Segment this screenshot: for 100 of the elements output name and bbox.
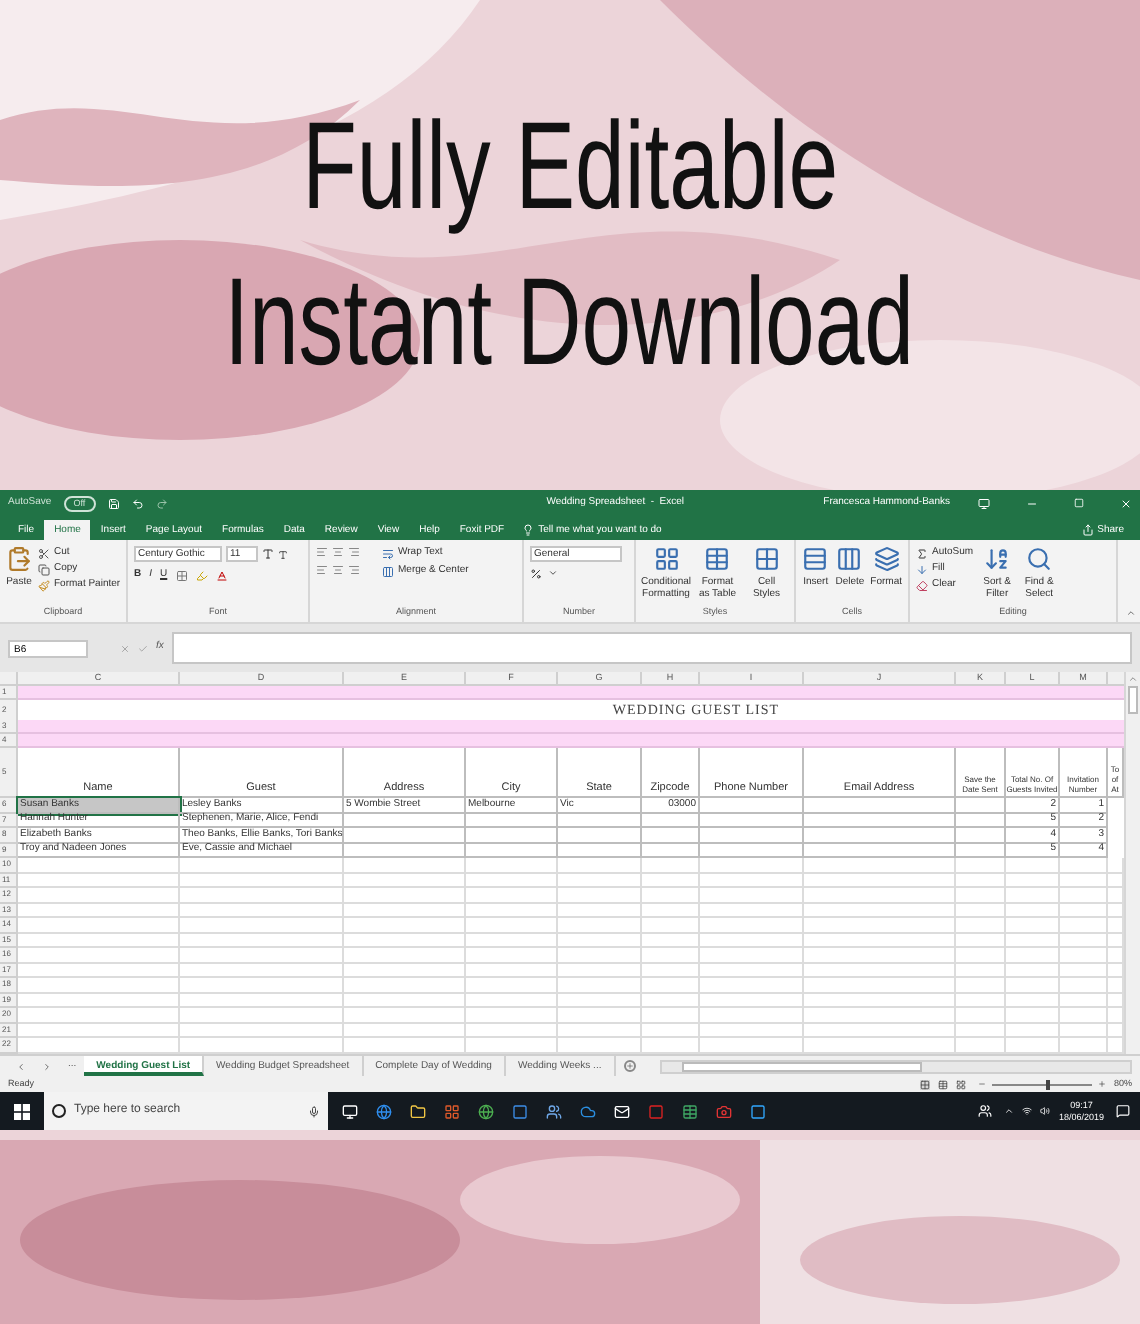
empty-cell[interactable]: [1006, 918, 1060, 933]
empty-cell[interactable]: [180, 918, 344, 933]
collapse-ribbon-icon[interactable]: [1126, 608, 1136, 618]
empty-cell[interactable]: [344, 828, 466, 843]
zoom-in-icon[interactable]: [1097, 1080, 1106, 1088]
empty-cell[interactable]: [642, 888, 700, 903]
empty-cell[interactable]: [466, 828, 558, 843]
empty-cell[interactable]: [558, 813, 642, 828]
empty-cell[interactable]: [642, 903, 700, 918]
empty-cell[interactable]: [1006, 888, 1060, 903]
empty-cell[interactable]: [180, 993, 344, 1008]
scroll-up-icon[interactable]: [1128, 674, 1138, 684]
empty-cell[interactable]: [804, 843, 956, 858]
empty-cell[interactable]: [642, 828, 700, 843]
network-icon[interactable]: [1022, 1106, 1033, 1116]
empty-cell[interactable]: [1060, 873, 1108, 888]
add-sheet-icon[interactable]: [623, 1060, 636, 1072]
empty-cell[interactable]: [642, 993, 700, 1008]
empty-cell[interactable]: [804, 933, 956, 948]
align-right-icon[interactable]: [348, 564, 360, 576]
empty-cell[interactable]: [558, 873, 642, 888]
close-icon[interactable]: [1120, 497, 1132, 509]
empty-cell[interactable]: [956, 813, 1006, 828]
empty-cell[interactable]: [804, 948, 956, 963]
empty-cell[interactable]: [466, 858, 558, 873]
empty-cell[interactable]: [956, 1023, 1006, 1038]
empty-cell[interactable]: [344, 993, 466, 1008]
empty-cell[interactable]: [804, 888, 956, 903]
empty-cell[interactable]: [466, 948, 558, 963]
empty-cell[interactable]: [804, 798, 956, 813]
empty-cell[interactable]: [466, 843, 558, 858]
empty-cell[interactable]: [1060, 918, 1108, 933]
empty-cell[interactable]: [642, 918, 700, 933]
empty-cell[interactable]: [642, 858, 700, 873]
empty-cell[interactable]: [180, 963, 344, 978]
empty-cell[interactable]: [466, 933, 558, 948]
empty-cell[interactable]: [466, 903, 558, 918]
empty-cell[interactable]: [344, 858, 466, 873]
empty-cell[interactable]: [1006, 1023, 1060, 1038]
cloud-icon[interactable]: [580, 1103, 596, 1119]
empty-cell[interactable]: [642, 843, 700, 858]
empty-cell[interactable]: [344, 978, 466, 993]
empty-cell[interactable]: [1060, 1023, 1108, 1038]
ribbon-display-icon[interactable]: [978, 497, 990, 509]
empty-cell[interactable]: [956, 1008, 1006, 1023]
empty-cell[interactable]: [344, 918, 466, 933]
empty-cell[interactable]: [558, 978, 642, 993]
empty-cell[interactable]: [558, 948, 642, 963]
windows-logo-icon[interactable]: [14, 1103, 30, 1119]
empty-cell[interactable]: [642, 873, 700, 888]
empty-cell[interactable]: [1060, 888, 1108, 903]
grow-font-icon[interactable]: [262, 548, 274, 560]
empty-cell[interactable]: [344, 963, 466, 978]
empty-cell[interactable]: [956, 888, 1006, 903]
empty-cell[interactable]: [700, 1008, 804, 1023]
empty-cell[interactable]: [180, 888, 344, 903]
borders-icon[interactable]: [175, 569, 188, 582]
empty-cell[interactable]: [1006, 873, 1060, 888]
align-center-icon[interactable]: [332, 564, 344, 576]
spreadsheet-icon[interactable]: [682, 1103, 698, 1119]
empty-cell[interactable]: [1060, 858, 1108, 873]
empty-cell[interactable]: [466, 1008, 558, 1023]
empty-cell[interactable]: [804, 828, 956, 843]
empty-cell[interactable]: [804, 963, 956, 978]
formula-field[interactable]: [171, 632, 1132, 664]
caret-icon[interactable]: [548, 568, 558, 578]
empty-cell[interactable]: [700, 1023, 804, 1038]
empty-cell[interactable]: [466, 888, 558, 903]
empty-cell[interactable]: [700, 843, 804, 858]
app-icon[interactable]: [648, 1103, 664, 1119]
camera-icon[interactable]: [716, 1103, 732, 1119]
vertical-scrollbar[interactable]: [1124, 672, 1140, 1054]
empty-cell[interactable]: [956, 903, 1006, 918]
normal-view-icon[interactable]: [919, 1079, 930, 1089]
align-top-icon[interactable]: [316, 546, 328, 558]
empty-cell[interactable]: [466, 873, 558, 888]
empty-cell[interactable]: [558, 933, 642, 948]
empty-cell[interactable]: [642, 1023, 700, 1038]
people-icon[interactable]: [546, 1103, 562, 1119]
browser-icon[interactable]: [478, 1103, 494, 1119]
empty-cell[interactable]: [344, 933, 466, 948]
empty-cell[interactable]: [642, 1008, 700, 1023]
microphone-icon[interactable]: [308, 1105, 320, 1117]
empty-cell[interactable]: [466, 978, 558, 993]
empty-cell[interactable]: [804, 1023, 956, 1038]
empty-cell[interactable]: [804, 1008, 956, 1023]
empty-cell[interactable]: [344, 1023, 466, 1038]
empty-cell[interactable]: [804, 873, 956, 888]
empty-cell[interactable]: [700, 873, 804, 888]
empty-cell[interactable]: [804, 813, 956, 828]
empty-cell[interactable]: [956, 918, 1006, 933]
empty-cell[interactable]: [642, 978, 700, 993]
empty-cell[interactable]: [700, 918, 804, 933]
app-icon[interactable]: [444, 1103, 460, 1119]
empty-cell[interactable]: [466, 963, 558, 978]
empty-cell[interactable]: [180, 858, 344, 873]
empty-cell[interactable]: [642, 963, 700, 978]
empty-cell[interactable]: [180, 873, 344, 888]
notifications-icon[interactable]: [1116, 1104, 1130, 1118]
align-left-icon[interactable]: [316, 564, 328, 576]
